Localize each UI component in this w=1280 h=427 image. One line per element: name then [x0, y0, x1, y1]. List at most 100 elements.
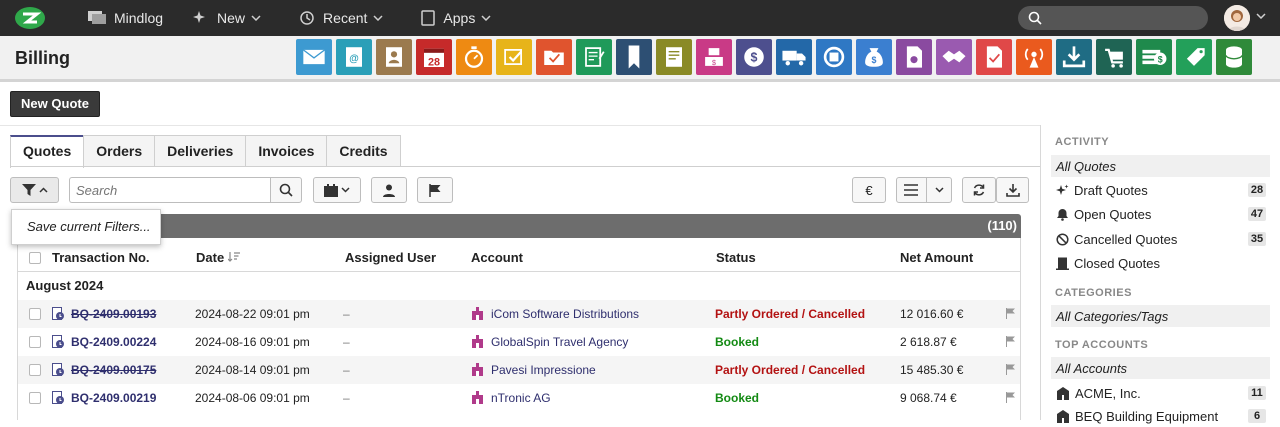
nav-recent[interactable]: Recent [299, 10, 391, 26]
folder-check-icon[interactable] [536, 39, 572, 75]
flag-icon[interactable] [1006, 336, 1016, 347]
notes-icon[interactable] [576, 39, 612, 75]
sidebar-item-cancelled-quotes[interactable]: Cancelled Quotes 35 [1051, 228, 1270, 250]
transaction-number[interactable]: BQ-2409.00219 [71, 391, 156, 405]
email-contact-icon[interactable]: @ [336, 39, 372, 75]
recycle-icon[interactable] [816, 39, 852, 75]
stopwatch-icon[interactable] [456, 39, 492, 75]
database-icon[interactable] [1216, 39, 1252, 75]
table-row[interactable]: BQ-2409.00193 2024-08-22 09:01 pm – iCom… [18, 300, 1020, 328]
transaction-number[interactable]: BQ-2409.00224 [71, 335, 156, 349]
column-header-net-amount[interactable]: Net Amount [900, 250, 973, 265]
column-header-date[interactable]: Date [196, 250, 240, 265]
bookmark-icon[interactable] [616, 39, 652, 75]
cash-icon[interactable]: $ [1136, 39, 1172, 75]
flag-icon[interactable] [1006, 392, 1016, 403]
calendar-icon[interactable]: 28 [416, 39, 452, 75]
sidebar-item-label: Open Quotes [1074, 206, 1152, 222]
filter-button[interactable] [10, 177, 59, 203]
column-header-transaction[interactable]: Transaction No. [52, 250, 150, 265]
sidebar-item-label: Closed Quotes [1074, 255, 1160, 271]
contract-icon[interactable] [656, 39, 692, 75]
logo-icon[interactable] [12, 5, 48, 31]
page-title: Billing [15, 48, 70, 68]
select-all-checkbox[interactable] [29, 252, 41, 264]
export-button[interactable] [996, 177, 1029, 203]
table-row[interactable]: BQ-2409.00175 2024-08-14 09:01 pm – Pave… [18, 356, 1020, 384]
cart-icon[interactable] [1096, 39, 1132, 75]
tasks-icon[interactable] [496, 39, 532, 75]
chevron-down-icon [251, 15, 261, 21]
broadcast-icon[interactable] [1016, 39, 1052, 75]
sidebar-item-acme[interactable]: ACME, Inc. 11 [1051, 382, 1270, 404]
refresh-button[interactable] [962, 177, 996, 203]
column-header-account[interactable]: Account [471, 250, 523, 265]
quote-document-icon [52, 363, 64, 376]
divider [18, 271, 1020, 272]
row-checkbox[interactable] [29, 392, 41, 404]
tab-deliveries[interactable]: Deliveries [154, 135, 247, 167]
chevron-down-icon[interactable] [1256, 13, 1266, 19]
flag-filter-button[interactable] [417, 177, 453, 203]
currency-button[interactable]: € [852, 177, 886, 203]
point-of-sale-icon[interactable]: $ [696, 39, 732, 75]
row-checkbox[interactable] [29, 336, 41, 348]
nav-apps[interactable]: Apps [421, 10, 499, 26]
nav-new[interactable]: New [193, 10, 269, 26]
tab-credits[interactable]: Credits [326, 135, 401, 167]
sidebar-item-draft-quotes[interactable]: Draft Quotes 28 [1051, 179, 1270, 201]
new-quote-button[interactable]: New Quote [10, 91, 100, 117]
nav-mindlog[interactable]: Mindlog [88, 10, 163, 26]
date-filter-button[interactable] [313, 177, 361, 203]
tab-quotes[interactable]: Quotes [10, 135, 85, 168]
account-link[interactable]: nTronic AG [491, 391, 551, 405]
flag-icon[interactable] [1006, 364, 1016, 375]
user-filter-button[interactable] [371, 177, 407, 203]
price-tag-icon[interactable] [1176, 39, 1212, 75]
sparkle-icon [1056, 184, 1069, 195]
download-icon[interactable] [1056, 39, 1092, 75]
mail-icon[interactable] [296, 39, 332, 75]
column-header-assigned-user[interactable]: Assigned User [345, 250, 436, 265]
user-avatar[interactable] [1224, 5, 1250, 31]
table-row[interactable]: BQ-2409.00224 2024-08-16 09:01 pm – Glob… [18, 328, 1020, 356]
tab-invoices[interactable]: Invoices [245, 135, 328, 167]
money-bag-icon[interactable]: $ [856, 39, 892, 75]
document-check-icon[interactable] [976, 39, 1012, 75]
account-link[interactable]: Pavesi Impressione [491, 363, 596, 377]
truck-icon[interactable] [776, 39, 812, 75]
history-icon [300, 11, 314, 25]
ban-icon [1056, 232, 1069, 246]
transaction-number[interactable]: BQ-2409.00193 [71, 307, 156, 321]
table-row[interactable]: BQ-2409.00219 2024-08-06 09:01 pm – nTro… [18, 384, 1020, 412]
column-header-status[interactable]: Status [716, 250, 756, 265]
sidebar-item-all-quotes[interactable]: All Quotes [1051, 155, 1270, 177]
group-label: August 2024 [26, 278, 104, 293]
handshake-icon[interactable] [936, 39, 972, 75]
download-icon [1005, 184, 1020, 197]
row-checkbox[interactable] [29, 364, 41, 376]
document-stamp-icon[interactable] [896, 39, 932, 75]
search-input[interactable] [69, 177, 271, 203]
flag-icon[interactable] [1006, 308, 1016, 319]
svg-text:$: $ [712, 59, 716, 67]
view-options-button[interactable] [896, 177, 952, 203]
row-checkbox[interactable] [29, 308, 41, 320]
transaction-number[interactable]: BQ-2409.00175 [71, 363, 156, 377]
sidebar-item-closed-quotes[interactable]: Closed Quotes [1051, 252, 1270, 274]
sidebar-item-all-accounts[interactable]: All Accounts [1051, 357, 1270, 379]
net-amount: 15 485.30 € [900, 363, 964, 377]
global-search[interactable] [1018, 6, 1208, 30]
count-badge: 28 [1248, 183, 1266, 197]
search-button[interactable] [270, 177, 302, 203]
sidebar-item-label: All Quotes [1056, 158, 1116, 174]
sidebar-item-open-quotes[interactable]: Open Quotes 47 [1051, 203, 1270, 225]
account-link[interactable]: GlobalSpin Travel Agency [491, 335, 628, 349]
tab-orders[interactable]: Orders [83, 135, 156, 167]
address-book-icon[interactable] [376, 39, 412, 75]
save-filters-menu-item[interactable]: Save current Filters... [11, 209, 161, 245]
sidebar-item-all-categories[interactable]: All Categories/Tags [1051, 305, 1270, 327]
account-link[interactable]: iCom Software Distributions [491, 307, 639, 321]
sidebar-item-beq[interactable]: BEQ Building Equipment 6 [1051, 405, 1270, 427]
dollar-icon[interactable]: $ [736, 39, 772, 75]
